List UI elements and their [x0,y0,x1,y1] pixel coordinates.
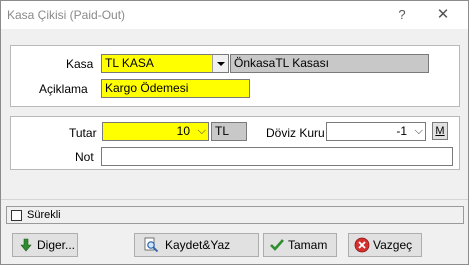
close-button[interactable]: ✕ [431,5,455,25]
arrow-down-icon [20,238,32,252]
paid-out-dialog: Kasa Çikisi (Paid-Out) ? ✕ Kasa TL KASA … [0,0,469,265]
tamam-button[interactable]: Tamam [263,233,337,257]
kasa-name-text: ÖnkasaTL Kasası [234,56,329,70]
kaydet-yaz-label: Kaydet&Yaz [165,238,231,252]
doviz-kuru-label: Döviz Kuru [266,126,325,140]
diger-label: Diger... [37,238,76,252]
kaydet-yaz-button[interactable]: Kaydet&Yaz [134,233,259,257]
doviz-kuru-input[interactable]: -1 ⌵ [326,122,426,141]
chevron-down-icon[interactable] [212,55,228,72]
aciklama-input[interactable]: Kargo Ödemesi [101,79,250,98]
amount-group: Tutar 10 ⌵ TL Döviz Kuru -1 ⌵ M Not [10,116,460,170]
checkmark-icon [270,239,284,251]
chevron-down-icon[interactable]: ⌵ [415,123,423,140]
kasa-select-value: TL KASA [105,56,154,70]
doviz-kuru-value: -1 [396,124,407,138]
tamam-label: Tamam [288,238,328,252]
diger-button[interactable]: Diger... [12,233,78,257]
kasa-label: Kasa [66,57,94,71]
aciklama-label: Açiklama [39,82,88,96]
help-button[interactable]: ? [390,5,414,25]
not-label: Not [75,150,94,164]
surekli-label: Sürekli [27,209,61,221]
tutar-label: Tutar [69,126,97,140]
surekli-row: Sürekli [6,206,464,224]
m-button[interactable]: M [432,122,448,140]
kasa-group: Kasa TL KASA ÖnkasaTL Kasası Açiklama Ka… [10,45,460,107]
not-input[interactable] [101,147,453,166]
aciklama-value: Kargo Ödemesi [105,81,189,95]
kasa-name-display: ÖnkasaTL Kasası [230,54,429,73]
tutar-input[interactable]: 10 ⌵ [102,122,209,141]
window-title: Kasa Çikisi (Paid-Out) [7,8,126,22]
surekli-checkbox[interactable] [11,210,22,221]
currency-text: TL [215,124,230,138]
currency-display: TL [211,122,247,141]
vazgec-label: Vazgeç [373,238,413,252]
kasa-select[interactable]: TL KASA [101,54,229,73]
title-bar: Kasa Çikisi (Paid-Out) ? ✕ [1,1,468,29]
chevron-down-icon[interactable]: ⌵ [198,123,206,140]
cancel-icon [354,237,370,253]
print-preview-icon [144,237,159,253]
vazgec-button[interactable]: Vazgeç [348,233,422,257]
tutar-value: 10 [176,124,190,138]
